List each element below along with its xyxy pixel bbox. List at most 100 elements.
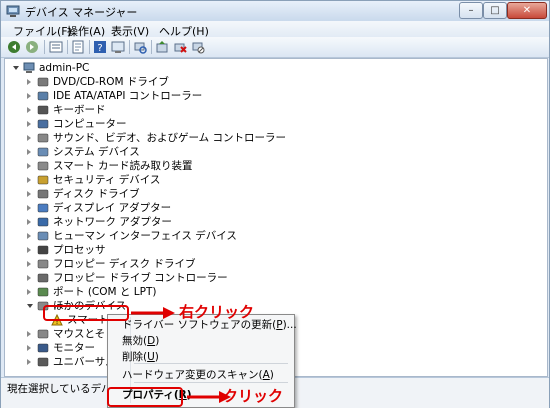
port-icon (37, 287, 49, 297)
expand-icon[interactable] (27, 135, 31, 141)
context-menu-item-label: ハードウェア変更のスキャン( (122, 369, 263, 381)
display-adapter-icon (37, 203, 49, 213)
click-annotation: クリック (223, 387, 284, 405)
tree-item-label: ポート (COM と LPT) (53, 286, 157, 298)
expand-icon[interactable] (27, 191, 31, 197)
expand-icon[interactable] (27, 261, 31, 267)
network-adapter-icon (37, 217, 49, 227)
smartcard-reader-icon (37, 161, 49, 171)
tree-item-label: スマート カード読み取り装置 (53, 160, 193, 172)
computer-icon (37, 119, 49, 129)
tree-item-label: ディスプレイ アダプター (53, 202, 172, 214)
security-device-icon (37, 175, 49, 185)
sound-icon (37, 133, 49, 143)
keyboard-icon (37, 105, 49, 115)
tree-item-label: プロセッサ (53, 244, 106, 256)
expand-icon[interactable] (27, 275, 31, 281)
expand-icon[interactable] (27, 331, 31, 337)
floppy-controller-icon (37, 273, 49, 283)
toolbar: ? (1, 37, 549, 58)
tree-item-label: サウンド、ビデオ、およびゲーム コントローラー (53, 132, 286, 144)
view-icon[interactable] (49, 40, 63, 54)
expand-icon[interactable] (27, 163, 31, 169)
usb-icon (37, 357, 49, 367)
expand-icon[interactable] (27, 79, 31, 85)
context-menu-item-suffix: ) (154, 351, 159, 363)
tree-item-label: コンピューター (53, 118, 127, 130)
context-menu-item-accelerator: D (147, 335, 156, 347)
tree-item-label: セキュリティ デバイス (53, 174, 161, 186)
menu-bar: ファイル(F) 操作(A) 表示(V) ヘルプ(H) (1, 21, 549, 38)
expand-icon[interactable] (27, 107, 31, 113)
tree-item-label: ディスク ドライブ (53, 188, 140, 200)
title-bar[interactable]: デバイス マネージャー – □ ✕ (1, 1, 549, 21)
tree-item-label: フロッピー ドライブ コントローラー (53, 272, 228, 284)
close-button[interactable]: ✕ (507, 2, 547, 19)
monitor-icon (37, 343, 49, 353)
update-driver-icon[interactable] (155, 40, 169, 54)
svg-text:?: ? (97, 43, 102, 54)
tree-root-label: admin-PC (39, 62, 90, 74)
context-menu-item[interactable]: ハードウェア変更のスキャン(A) (122, 368, 274, 383)
processor-icon (37, 245, 49, 255)
expand-icon[interactable] (27, 359, 31, 365)
context-menu-item[interactable]: 無効(D) (122, 334, 159, 349)
tree-item-label: マウスとそ (53, 328, 106, 340)
tree-item-label: フロッピー ディスク ドライブ (53, 258, 196, 270)
tree-item-label: システム デバイス (53, 146, 140, 158)
forward-icon[interactable] (25, 40, 39, 54)
toolbar-separator (67, 40, 68, 54)
tree-item-label: DVD/CD-ROM ドライブ (53, 76, 169, 88)
uninstall-icon[interactable] (173, 40, 187, 54)
toolbar-separator (44, 40, 45, 54)
context-menu-item-label: 無効( (122, 335, 148, 347)
expand-icon[interactable] (27, 177, 31, 183)
help-icon[interactable]: ? (93, 40, 107, 54)
context-menu-item-suffix: ) (155, 335, 160, 347)
tree-item-label: キーボード (53, 104, 106, 116)
scan-icon[interactable] (133, 40, 147, 54)
hid-icon (37, 231, 49, 241)
disk-drive-icon (37, 189, 49, 199)
maximize-button[interactable]: □ (483, 2, 507, 19)
device-view-icon[interactable] (111, 40, 125, 54)
collapse-icon[interactable] (13, 66, 19, 70)
tree-item-label: IDE ATA/ATAPI コントローラー (53, 90, 203, 102)
device-manager-window: デバイス マネージャー – □ ✕ ファイル(F) 操作(A) 表示(V) ヘル… (0, 0, 550, 408)
floppy-drive-icon (37, 259, 49, 269)
expand-icon[interactable] (27, 345, 31, 351)
context-menu-item-label: 削除( (122, 351, 148, 363)
toolbar-separator (129, 40, 130, 54)
smart-card-highlight-box (43, 305, 129, 321)
system-device-icon (37, 147, 49, 157)
context-menu-item-accelerator: U (147, 351, 155, 363)
expand-icon[interactable] (27, 121, 31, 127)
properties-icon[interactable] (71, 40, 85, 54)
disable-icon[interactable] (191, 40, 205, 54)
toolbar-separator (151, 40, 152, 54)
minimize-button[interactable]: – (459, 2, 483, 19)
status-text: 現在選択しているデバ (7, 383, 112, 395)
context-menu-item-suffix: ) (269, 369, 274, 381)
tree-item-label: ネットワーク アダプター (53, 216, 172, 228)
back-icon[interactable] (7, 40, 21, 54)
expand-icon[interactable] (27, 205, 31, 211)
expand-icon[interactable] (27, 289, 31, 295)
expand-icon[interactable] (27, 247, 31, 253)
right-click-annotation: 右クリック (179, 303, 255, 321)
context-menu-separator (134, 363, 288, 364)
properties-highlight-box (107, 387, 183, 407)
device-manager-icon (6, 5, 20, 17)
window-title: デバイス マネージャー (25, 6, 138, 19)
expand-icon[interactable] (27, 93, 31, 99)
ide-controller-icon (37, 91, 49, 101)
expand-icon[interactable] (27, 219, 31, 225)
context-menu-item-suffix: )... (282, 319, 297, 331)
expand-icon[interactable] (27, 233, 31, 239)
right-arrow-icon (131, 307, 175, 319)
tree-item-label: モニター (53, 342, 95, 354)
context-menu-item-accelerator: A (262, 369, 270, 381)
expand-icon[interactable] (27, 149, 31, 155)
context-menu-separator (134, 382, 288, 383)
collapse-icon[interactable] (27, 304, 33, 308)
